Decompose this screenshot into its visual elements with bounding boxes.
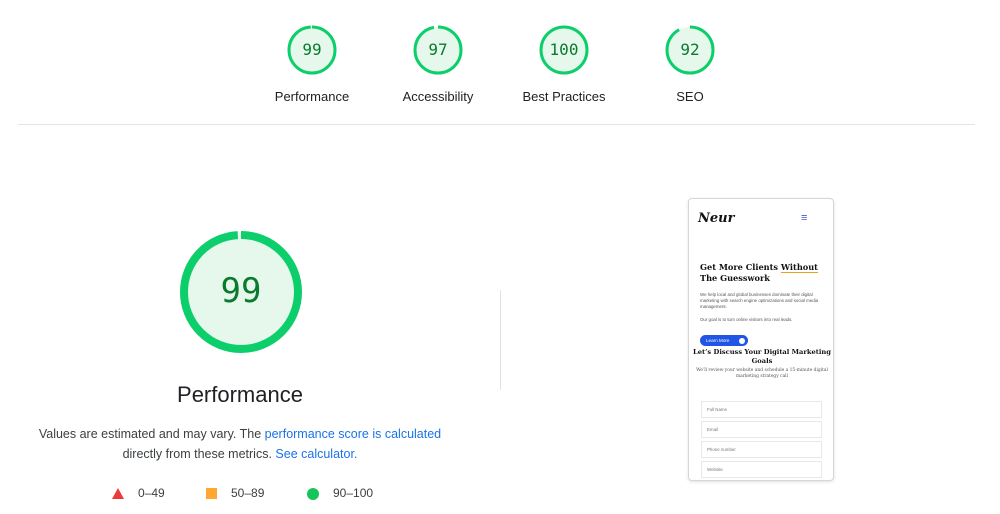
performance-description: Values are estimated and may vary. The p…	[20, 424, 460, 464]
gauge-score: 97	[428, 40, 448, 59]
legend-pass: 90–100	[307, 486, 373, 500]
legend-fail: 0–49	[112, 486, 165, 500]
form-field-phone: Phone number	[701, 441, 822, 458]
legend-range: 50–89	[231, 486, 265, 500]
category-gauges: 99 Performance 97 Accessibility 100 Best…	[0, 0, 1000, 124]
site-headline: Get More Clients Without The Guesswork	[700, 262, 824, 284]
hamburger-icon: ≡	[801, 212, 808, 224]
button-label: Learn More	[706, 338, 730, 343]
gauge-best-practices[interactable]: 100 Best Practices	[504, 24, 624, 104]
section-divider	[18, 124, 975, 125]
gauge-label: Best Practices	[522, 89, 606, 104]
site-learn-more-button: Learn More	[700, 335, 748, 346]
legend-range: 0–49	[138, 486, 165, 500]
site-subtext: We’ll review your website and schedule a…	[696, 368, 828, 379]
gauge-performance[interactable]: 99 Performance	[252, 24, 372, 104]
gauge-ring: 99	[286, 24, 338, 76]
gauge-score: 92	[680, 40, 700, 59]
site-paragraph-2: Our goal is to turn online visitors into…	[700, 317, 793, 322]
description-text: Values are estimated and may vary. The	[38, 427, 265, 441]
gauge-accessibility[interactable]: 97 Accessibility	[378, 24, 498, 104]
headline-text: Get More Clients	[700, 262, 781, 272]
gauge-score: 100	[549, 40, 579, 59]
legend-average: 50–89	[206, 486, 264, 500]
form-field-website: Website	[701, 461, 822, 478]
site-subheading: Let’s Discuss Your Digital Marketing Goa…	[693, 348, 831, 365]
performance-title: Performance	[177, 382, 303, 407]
gauge-score: 99	[302, 40, 322, 59]
performance-score: 99	[220, 271, 262, 311]
circle-icon	[307, 487, 319, 500]
gauge-ring: 100	[538, 24, 590, 76]
form-field-email: Email	[701, 421, 822, 438]
final-screenshot[interactable]: Neur ≡ Get More Clients Without The Gues…	[688, 198, 834, 481]
site-logo: Neur	[698, 211, 735, 226]
see-calculator-link[interactable]: See calculator.	[275, 447, 357, 461]
gauge-label: SEO	[676, 89, 704, 104]
gauge-seo[interactable]: 92 SEO	[630, 24, 750, 104]
legend-range: 90–100	[333, 486, 374, 500]
gauge-label: Performance	[274, 89, 350, 104]
triangle-icon	[112, 488, 124, 500]
description-text-2: directly from these metrics.	[122, 447, 272, 461]
form-field-name: Full Name	[701, 401, 822, 418]
vertical-divider	[500, 290, 501, 390]
gauge-ring: 92	[664, 24, 716, 76]
gauge-ring: 97	[412, 24, 464, 76]
gauge-label: Accessibility	[402, 89, 474, 104]
score-calculation-link[interactable]: performance score is calculated	[265, 427, 441, 441]
headline-underlined: Without	[780, 262, 818, 273]
performance-gauge: 99	[178, 229, 304, 355]
site-paragraph: We help local and global businesses domi…	[700, 292, 819, 309]
square-icon	[206, 488, 217, 500]
headline-text-2: The Guesswork	[700, 273, 770, 283]
arrow-icon	[739, 337, 745, 344]
